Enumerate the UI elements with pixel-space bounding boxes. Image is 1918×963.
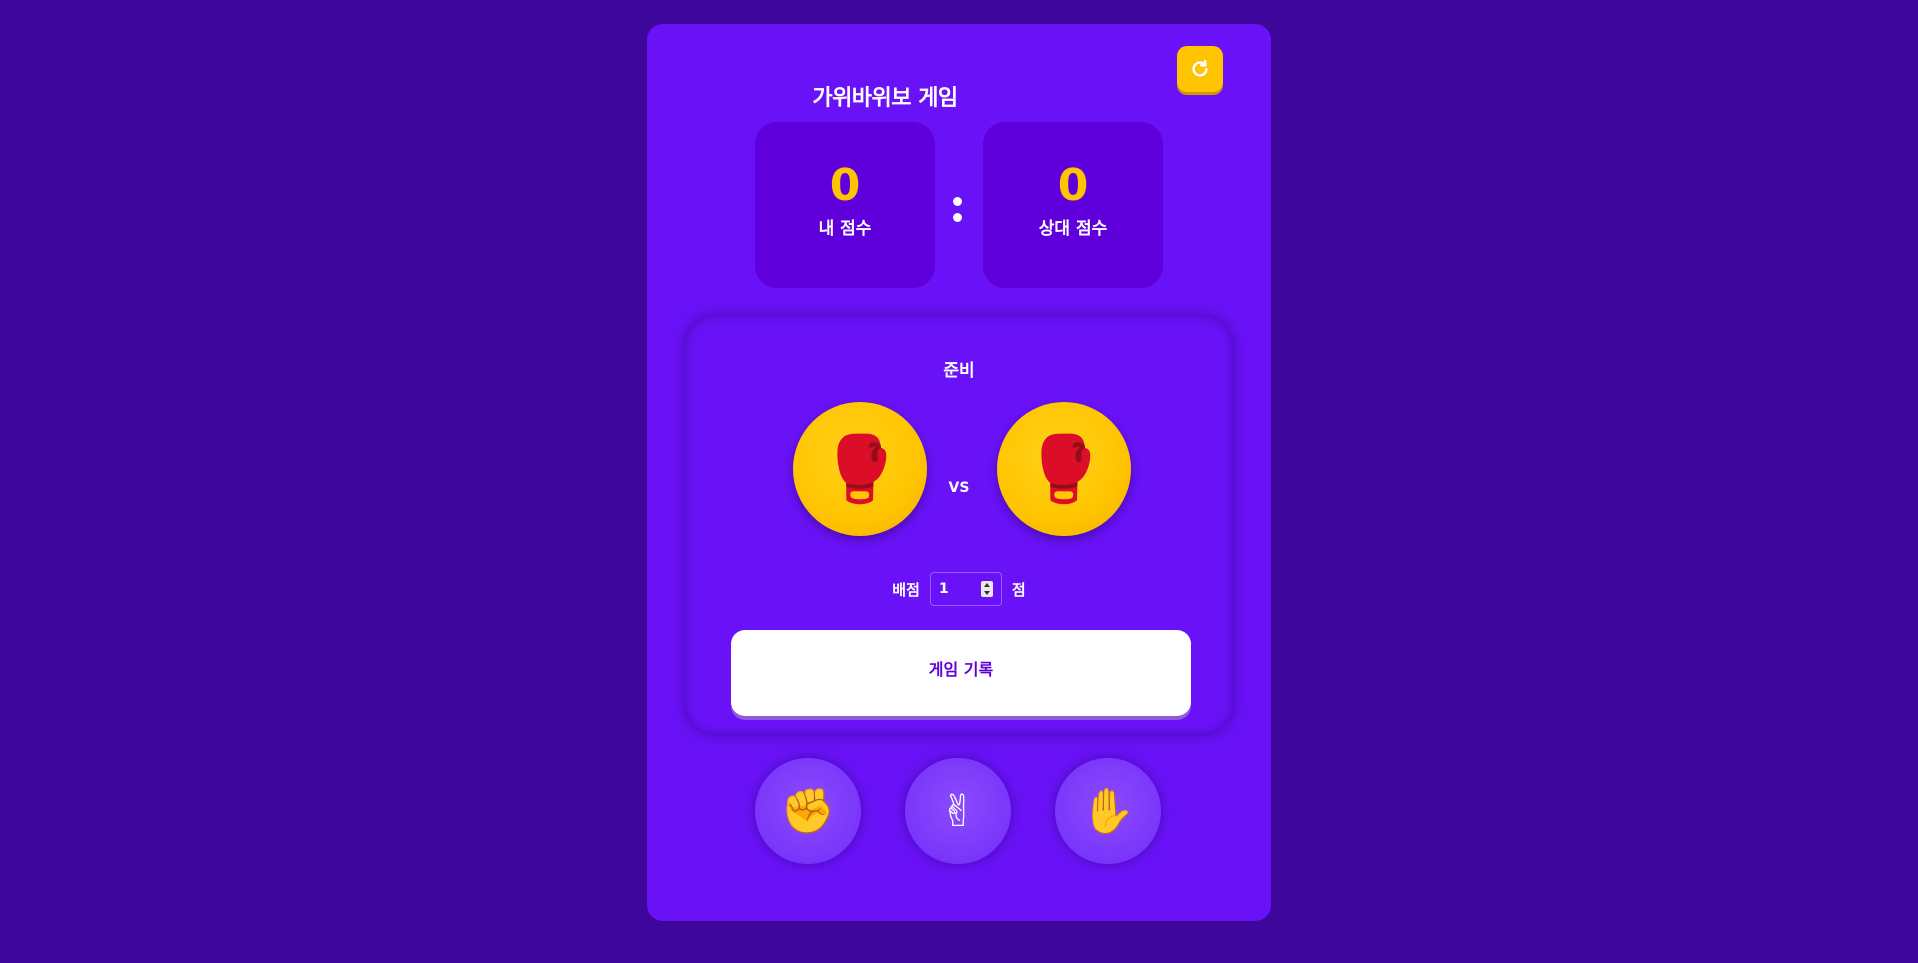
opponent-score-value: 0 [1057, 160, 1089, 211]
vs-label: VS [948, 480, 970, 496]
my-score-card: 0 내 점수 [755, 122, 935, 288]
boxing-glove-icon: 🥊 [1024, 432, 1104, 507]
bet-value: 1 [938, 581, 949, 597]
battle-arena: 준비 🥊 VS 🥊 배점 1 점 게임 기록 [685, 316, 1233, 734]
opponent-score-label: 상대 점수 [1038, 219, 1108, 239]
scissors-button[interactable]: ✌ [905, 758, 1011, 864]
bet-unit: 점 [1011, 580, 1026, 599]
rock-button[interactable]: ✊ [755, 758, 861, 864]
player-hand-display: 🥊 [793, 402, 927, 536]
my-score-value: 0 [829, 160, 861, 211]
bet-stepper[interactable] [980, 581, 993, 597]
paper-button[interactable]: ✋ [1055, 758, 1161, 864]
game-status: 준비 [943, 361, 975, 381]
my-score-label: 내 점수 [818, 219, 872, 239]
bet-row: 배점 1 점 [685, 570, 1233, 608]
page-title: 가위바위보 게임 [812, 86, 958, 111]
fist-icon: ✊ [780, 786, 836, 837]
bet-input[interactable]: 1 [929, 572, 1002, 606]
opponent-hand-display: 🥊 [997, 402, 1131, 536]
refresh-icon [1192, 60, 1208, 77]
refresh-button[interactable] [1177, 46, 1223, 92]
game-history-panel: 게임 기록 [731, 630, 1191, 716]
victory-hand-icon: ✌ [939, 785, 977, 837]
game-card: 가위바위보 게임 0 내 점수 0 상대 점수 준비 🥊 VS 🥊 배점 1 점… [647, 24, 1271, 921]
stepper-up-icon[interactable] [983, 583, 990, 587]
game-history-title: 게임 기록 [928, 660, 994, 679]
score-separator [953, 194, 963, 224]
open-hand-icon: ✋ [1080, 786, 1136, 837]
bet-label: 배점 [892, 580, 920, 599]
stepper-down-icon[interactable] [983, 591, 990, 595]
opponent-score-card: 0 상대 점수 [983, 122, 1163, 288]
